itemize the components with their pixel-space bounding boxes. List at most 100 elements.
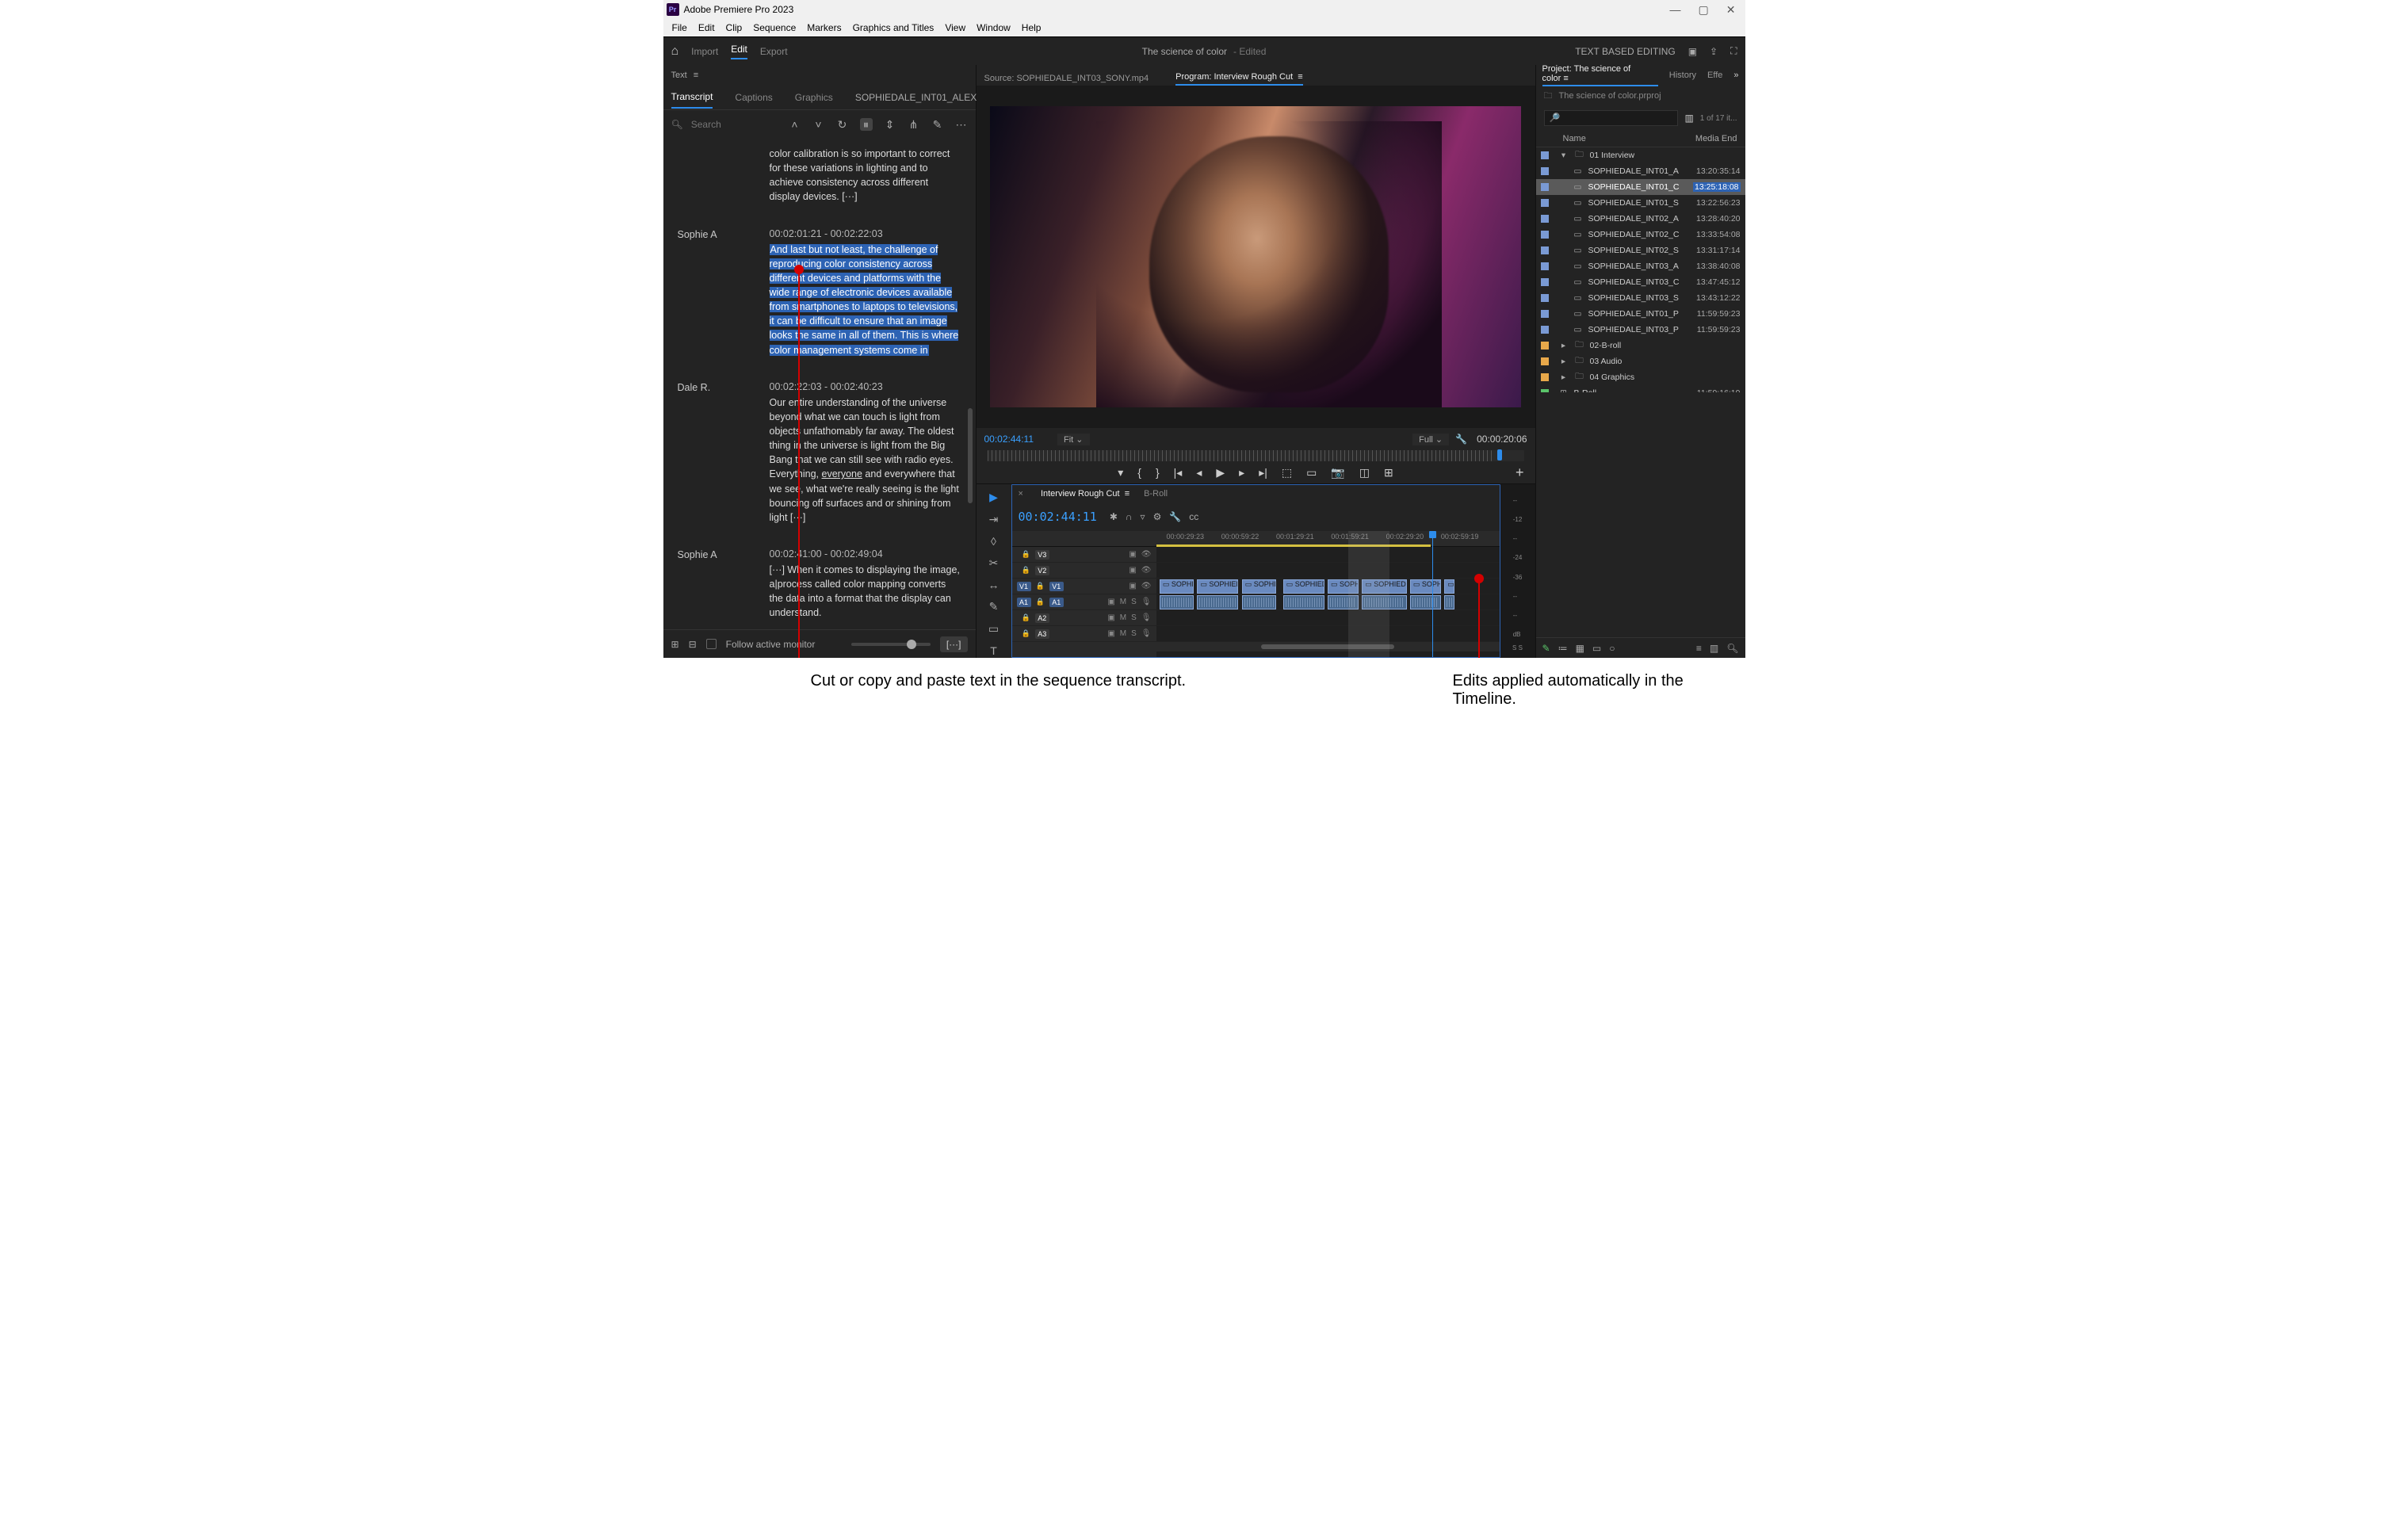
project-item[interactable]: ▭SOPHIEDALE_INT02_S13:31:17:14: [1536, 243, 1745, 258]
project-item[interactable]: ▭SOPHIEDALE_INT02_C13:33:54:08: [1536, 227, 1745, 243]
text-panel-tab[interactable]: Text: [671, 71, 687, 80]
search-icon[interactable]: 🔍︎: [671, 119, 683, 130]
export-frame-icon[interactable]: 📷: [1331, 466, 1344, 479]
close-button[interactable]: ✕: [1726, 3, 1736, 17]
playhead[interactable]: [1432, 531, 1433, 657]
project-item[interactable]: ▭SOPHIEDALE_INT01_A13:20:35:14: [1536, 163, 1745, 179]
button-editor-icon[interactable]: +: [1516, 464, 1524, 481]
menu-graphics-and-titles[interactable]: Graphics and Titles: [847, 21, 940, 35]
project-item[interactable]: ▸🗀02-B-roll: [1536, 338, 1745, 353]
lock-icon[interactable]: 🔒: [1022, 566, 1030, 575]
safe-margins-icon[interactable]: ⊞: [1384, 466, 1393, 479]
workspace-import[interactable]: Import: [691, 46, 718, 57]
view-mode-icon-2[interactable]: ⊟: [689, 639, 697, 650]
effects-tab[interactable]: Effe: [1707, 71, 1722, 80]
source-a1[interactable]: A1: [1017, 598, 1031, 607]
timeline-clip[interactable]: ▭ SOPHIEDA: [1328, 579, 1359, 594]
maximize-button[interactable]: ▢: [1699, 3, 1709, 17]
transcript-scrollbar[interactable]: [968, 408, 973, 503]
pen-tool[interactable]: ✎: [987, 600, 1001, 614]
snap-icon[interactable]: ✱: [1110, 511, 1118, 522]
menu-sequence[interactable]: Sequence: [747, 21, 801, 35]
go-to-out-icon[interactable]: ▸|: [1259, 466, 1267, 479]
project-item[interactable]: ▭SOPHIEDALE_INT01_P11:59:59:23: [1536, 306, 1745, 322]
menu-file[interactable]: File: [667, 21, 693, 35]
track-a2[interactable]: [1156, 610, 1500, 626]
timeline-audio-clip[interactable]: [1444, 595, 1454, 609]
slip-tool[interactable]: ↔: [987, 579, 1001, 593]
timeline-clip[interactable]: ▭ SOPHIE: [1242, 579, 1276, 594]
workspace-export[interactable]: Export: [760, 46, 788, 57]
icon-view-icon[interactable]: ≔: [1558, 643, 1568, 654]
list-view-icon[interactable]: ✎: [1542, 643, 1550, 654]
transcript-search-input[interactable]: [691, 119, 755, 130]
cc-icon[interactable]: cc: [1189, 511, 1198, 522]
track-a3[interactable]: [1156, 626, 1500, 642]
prev-match-icon[interactable]: ˄: [789, 118, 801, 131]
project-item[interactable]: ▭SOPHIEDALE_INT03_P11:59:59:23: [1536, 322, 1745, 338]
timeline-clip[interactable]: ▭ SOPHI: [1160, 579, 1194, 594]
voice-icon[interactable]: 🎙: [1141, 598, 1152, 606]
transcript-text[interactable]: color calibration is so important to cor…: [770, 147, 961, 204]
minimize-button[interactable]: —: [1670, 3, 1681, 17]
panel-menu-icon[interactable]: ≡: [1696, 643, 1702, 654]
program-monitor-tab[interactable]: Program: Interview Rough Cut ≡: [1175, 72, 1302, 86]
timeline-clip[interactable]: ▭ SOPHIEDA: [1410, 579, 1441, 594]
track-a1[interactable]: [1156, 594, 1500, 610]
panel-menu-icon[interactable]: ≡: [694, 71, 698, 80]
project-item[interactable]: ▾🗀01 Interview: [1536, 147, 1745, 163]
mark-out-icon[interactable]: }: [1156, 466, 1160, 479]
menu-help[interactable]: Help: [1016, 21, 1047, 35]
wrench-icon[interactable]: 🔧: [1169, 511, 1181, 522]
project-item[interactable]: ▭SOPHIEDALE_INT01_S13:22:56:23: [1536, 195, 1745, 211]
timeline-audio-clip[interactable]: [1160, 595, 1194, 609]
resolution-select[interactable]: Full ⌄: [1412, 434, 1449, 445]
source-monitor-tab[interactable]: Source: SOPHIEDALE_INT03_SONY.mp4: [984, 74, 1149, 86]
timeline-audio-clip[interactable]: [1242, 595, 1276, 609]
text-based-editing-label[interactable]: TEXT BASED EDITING: [1575, 46, 1675, 57]
timeline-clip[interactable]: ▭ SOPHIEDALE_: [1362, 579, 1406, 594]
zoom-slider[interactable]: [851, 643, 931, 646]
timeline-audio-clip[interactable]: [1410, 595, 1441, 609]
selection-tool[interactable]: ▶: [987, 491, 1001, 505]
timeline-audio-clip[interactable]: [1197, 595, 1238, 609]
hand-tool[interactable]: ▭: [987, 622, 1001, 636]
transcript-tab[interactable]: Transcript: [671, 91, 713, 109]
share-icon[interactable]: ⇪: [1710, 46, 1718, 57]
lock-icon[interactable]: 🔒: [1036, 582, 1045, 590]
track-v3[interactable]: [1156, 547, 1500, 563]
razor-tool[interactable]: ✂: [987, 556, 1001, 571]
solo-buttons[interactable]: S S: [1512, 644, 1523, 651]
step-back-icon[interactable]: ◂: [1196, 466, 1202, 479]
next-match-icon[interactable]: ˅: [812, 118, 825, 131]
project-item[interactable]: ▭SOPHIEDALE_INT02_A13:28:40:20: [1536, 211, 1745, 227]
home-icon[interactable]: ⌂: [671, 44, 679, 59]
track-select-tool[interactable]: ⇥: [987, 513, 1001, 527]
close-sequence-icon[interactable]: ×: [1019, 489, 1023, 499]
scrub-bar[interactable]: [988, 450, 1524, 461]
voice-icon[interactable]: 🎙: [1141, 613, 1152, 622]
project-item[interactable]: ▭SOPHIEDALE_INT03_S13:43:12:22: [1536, 290, 1745, 306]
timeline-tab-1[interactable]: Interview Rough Cut ≡: [1041, 489, 1129, 499]
menu-edit[interactable]: Edit: [693, 21, 720, 35]
go-to-in-icon[interactable]: |◂: [1174, 466, 1183, 479]
timeline-audio-clip[interactable]: [1362, 595, 1406, 609]
project-item[interactable]: ▭SOPHIEDALE_INT03_C13:47:45:12: [1536, 274, 1745, 290]
step-forward-icon[interactable]: ▸: [1239, 466, 1244, 479]
project-item[interactable]: ▭SOPHIEDALE_INT03_A13:38:40:08: [1536, 258, 1745, 274]
quick-export-icon[interactable]: ▣: [1688, 46, 1697, 57]
eye-icon[interactable]: 👁: [1141, 550, 1152, 559]
lock-icon[interactable]: 🔒: [1036, 598, 1045, 606]
freeform-view-icon[interactable]: ▦: [1576, 643, 1584, 654]
track-v2[interactable]: [1156, 563, 1500, 579]
eye-icon[interactable]: 👁: [1141, 566, 1152, 575]
timeline-audio-clip[interactable]: [1328, 595, 1359, 609]
program-monitor[interactable]: [990, 106, 1521, 407]
column-media-end[interactable]: Media End: [1695, 134, 1737, 143]
linked-selection-icon[interactable]: ∩: [1126, 511, 1133, 522]
pause-segments-icon[interactable]: ⏸: [860, 118, 873, 131]
timeline-clip[interactable]: ▭ SOPHIEDA: [1197, 579, 1238, 594]
lock-icon[interactable]: 🔒: [1022, 550, 1030, 559]
current-timecode[interactable]: 00:02:44:11: [984, 434, 1034, 445]
toggle-output-icon[interactable]: ▣: [1107, 613, 1114, 622]
